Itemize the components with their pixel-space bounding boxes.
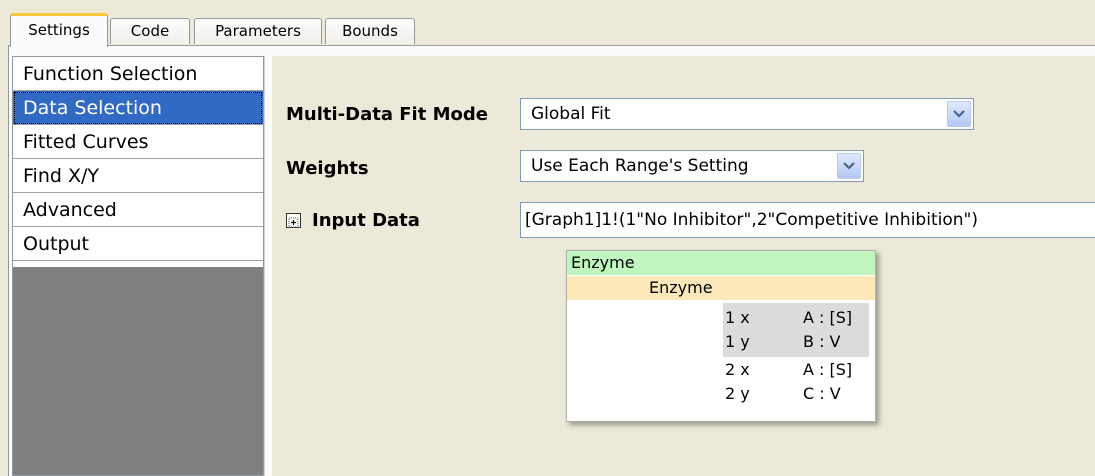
popup-range-column: A : [S]	[803, 308, 853, 327]
nav-item-fitted-curves[interactable]: Fitted Curves	[13, 125, 263, 159]
nav-item-output[interactable]: Output	[13, 227, 263, 261]
popup-range-row[interactable]: 2 x A : [S]	[567, 358, 875, 382]
tab-bounds[interactable]: Bounds	[325, 18, 415, 44]
nav-empty-area	[13, 267, 263, 475]
input-data-field[interactable]: [Graph1]1!(1"No Inhibitor",2"Competitive…	[520, 202, 1095, 238]
popup-range-key: 1 y	[725, 332, 750, 351]
plus-icon	[288, 217, 299, 228]
content-divider	[264, 56, 265, 476]
tab-code[interactable]: Code	[110, 18, 190, 44]
nav-item-advanced[interactable]: Advanced	[13, 193, 263, 227]
popup-book-row[interactable]: Enzyme	[567, 251, 875, 275]
popup-book-name: Enzyme	[571, 253, 635, 272]
chevron-down-icon	[843, 162, 855, 170]
nav-item-data-selection[interactable]: Data Selection	[13, 91, 263, 125]
tab-parameters[interactable]: Parameters	[194, 18, 322, 44]
chevron-down-icon	[953, 110, 965, 118]
weights-select[interactable]: Use Each Range's Setting	[520, 150, 864, 182]
multi-data-fit-mode-label: Multi-Data Fit Mode	[286, 104, 488, 125]
input-data-popup: Enzyme Enzyme 1 x A : [S] 1 y B : V 2 x …	[566, 250, 876, 422]
popup-range-key: 1 x	[725, 308, 750, 327]
nav-item-find-xy[interactable]: Find X/Y	[13, 159, 263, 193]
multi-data-fit-mode-select[interactable]: Global Fit	[520, 98, 974, 130]
input-data-expand-icon[interactable]	[286, 213, 301, 228]
popup-range-key: 2 x	[725, 360, 750, 379]
popup-range-row[interactable]: 2 y C : V	[567, 382, 875, 406]
popup-range-column: A : [S]	[803, 360, 853, 379]
popup-range-column: B : V	[803, 332, 841, 351]
weights-value: Use Each Range's Setting	[531, 156, 749, 176]
input-data-label: Input Data	[312, 210, 420, 231]
tab-settings[interactable]: Settings	[10, 13, 108, 47]
weights-dropdown-button[interactable]	[837, 153, 861, 179]
popup-range-column: C : V	[803, 384, 841, 403]
nav-item-function-selection[interactable]: Function Selection	[13, 57, 263, 91]
weights-label: Weights	[286, 158, 369, 179]
settings-nav-list: Function Selection Data Selection Fitted…	[12, 56, 264, 476]
multi-data-fit-mode-dropdown-button[interactable]	[947, 101, 971, 127]
tab-strip: Settings Code Parameters Bounds	[0, 0, 1095, 48]
popup-range-row[interactable]: 1 x A : [S]	[567, 306, 875, 330]
popup-sheet-name: Enzyme	[649, 278, 713, 297]
popup-sheet-row[interactable]: Enzyme	[567, 276, 875, 300]
multi-data-fit-mode-value: Global Fit	[531, 104, 611, 124]
popup-range-key: 2 y	[725, 384, 750, 403]
popup-range-row[interactable]: 1 y B : V	[567, 330, 875, 354]
